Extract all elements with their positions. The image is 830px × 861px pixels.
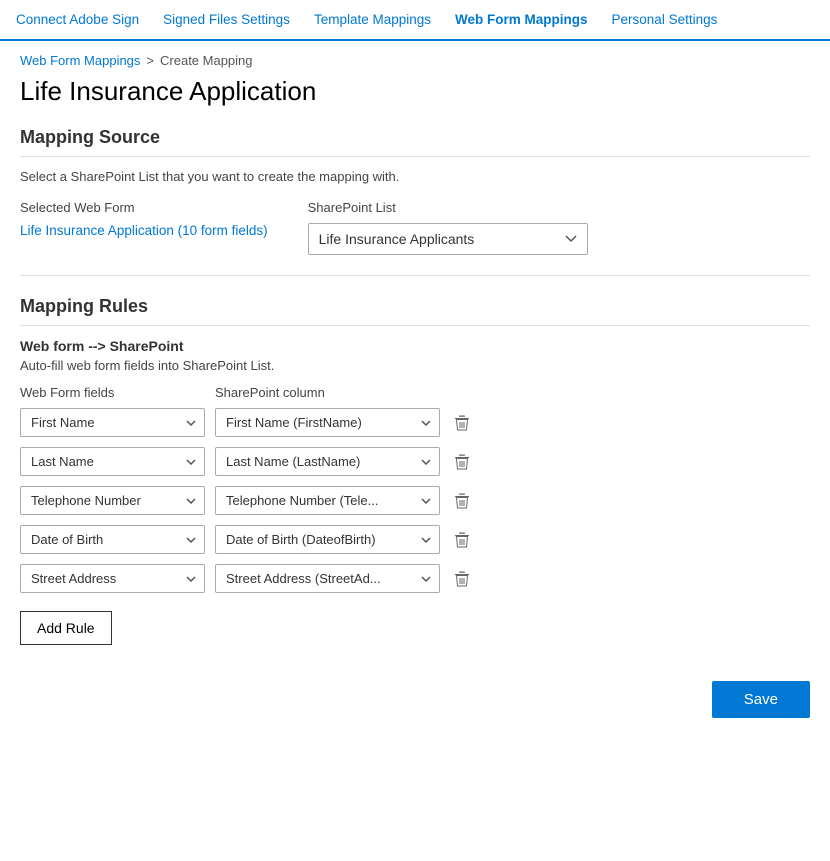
web-field-select-0[interactable]: First NameLast NameTelephone NumberDate … [20,408,205,437]
sp-column-select-0[interactable]: First Name (FirstName)Last Name (LastNam… [215,408,440,437]
trash-icon [454,492,470,510]
mapping-direction-label: Web form --> SharePoint [20,338,810,354]
web-field-select-4[interactable]: First NameLast NameTelephone NumberDate … [20,564,205,593]
delete-rule-button-4[interactable] [450,566,474,592]
sharepoint-list-select[interactable]: Life Insurance Applicants Insurance Lead… [308,223,588,255]
mapping-rules-title: Mapping Rules [20,296,810,326]
rule-row: First NameLast NameTelephone NumberDate … [20,564,810,593]
selected-web-form-value: Life Insurance Application (10 form fiel… [20,223,268,238]
rules-container: First NameLast NameTelephone NumberDate … [20,408,810,593]
nav-template-mappings[interactable]: Template Mappings [314,12,431,27]
sharepoint-column-header: SharePoint column [215,385,445,400]
page-title: Life Insurance Application [0,72,830,127]
rule-row: First NameLast NameTelephone NumberDate … [20,486,810,515]
save-area: Save [0,665,830,734]
mapping-rules-section: Mapping Rules Web form --> SharePoint Au… [0,296,830,665]
section-divider [20,275,810,276]
nav-signed-files-settings[interactable]: Signed Files Settings [163,12,290,27]
rule-row: First NameLast NameTelephone NumberDate … [20,525,810,554]
delete-rule-button-2[interactable] [450,488,474,514]
nav-personal-settings[interactable]: Personal Settings [612,12,718,27]
breadcrumb: Web Form Mappings > Create Mapping [0,41,830,72]
sp-column-select-2[interactable]: First Name (FirstName)Last Name (LastNam… [215,486,440,515]
rule-row: First NameLast NameTelephone NumberDate … [20,408,810,437]
sp-column-select-4[interactable]: First Name (FirstName)Last Name (LastNam… [215,564,440,593]
trash-icon [454,570,470,588]
mapping-source-section: Mapping Source Select a SharePoint List … [0,127,830,275]
sp-column-select-1[interactable]: First Name (FirstName)Last Name (LastNam… [215,447,440,476]
web-field-select-2[interactable]: First NameLast NameTelephone NumberDate … [20,486,205,515]
rule-row: First NameLast NameTelephone NumberDate … [20,447,810,476]
mapping-source-description: Select a SharePoint List that you want t… [20,169,810,184]
mapping-source-title: Mapping Source [20,127,810,157]
selected-web-form-label: Selected Web Form [20,200,268,215]
breadcrumb-parent[interactable]: Web Form Mappings [20,53,140,68]
delete-rule-button-3[interactable] [450,527,474,553]
web-form-fields-header: Web Form fields [20,385,205,400]
sharepoint-list-col: SharePoint List Life Insurance Applicant… [308,200,588,255]
selected-web-form-col: Selected Web Form Life Insurance Applica… [20,200,268,238]
sharepoint-list-label: SharePoint List [308,200,588,215]
trash-icon [454,414,470,432]
nav-connect-adobe-sign[interactable]: Connect Adobe Sign [16,12,139,27]
web-field-select-1[interactable]: First NameLast NameTelephone NumberDate … [20,447,205,476]
top-navigation: Connect Adobe Sign Signed Files Settings… [0,0,830,41]
save-button[interactable]: Save [712,681,810,718]
web-field-select-3[interactable]: First NameLast NameTelephone NumberDate … [20,525,205,554]
sp-column-select-3[interactable]: First Name (FirstName)Last Name (LastNam… [215,525,440,554]
trash-icon [454,453,470,471]
fields-header: Web Form fields SharePoint column [20,385,810,400]
breadcrumb-current: Create Mapping [160,53,253,68]
mapping-source-grid: Selected Web Form Life Insurance Applica… [20,200,810,255]
add-rule-button[interactable]: Add Rule [20,611,112,645]
mapping-rules-description: Auto-fill web form fields into SharePoin… [20,358,810,373]
trash-icon [454,531,470,549]
delete-rule-button-0[interactable] [450,410,474,436]
delete-rule-button-1[interactable] [450,449,474,475]
breadcrumb-separator: > [146,53,154,68]
nav-web-form-mappings[interactable]: Web Form Mappings [455,12,588,27]
